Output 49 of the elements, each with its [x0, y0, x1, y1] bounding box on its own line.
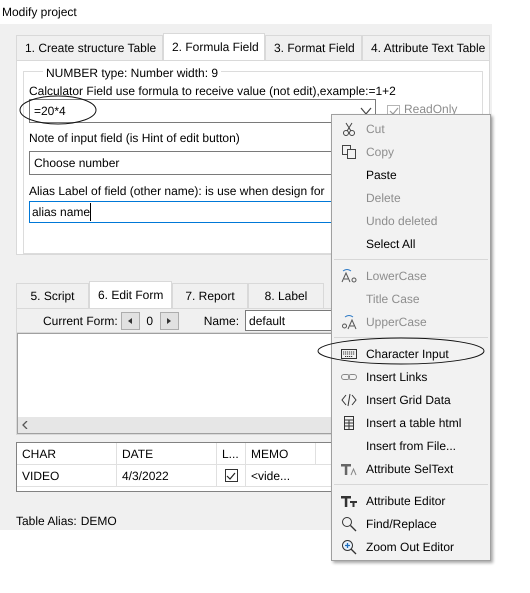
menu-item[interactable]: Insert Links — [332, 365, 490, 388]
menu-item[interactable]: Zoom Out Editor — [332, 535, 490, 558]
tab[interactable]: 5. Script — [16, 283, 89, 308]
table-cell: VIDEO — [17, 465, 117, 486]
previous-button[interactable] — [120, 312, 140, 330]
arrow-right-icon — [167, 318, 172, 324]
table-icon — [341, 414, 357, 430]
menu-item[interactable]: Attribute Editor — [332, 489, 490, 512]
zoom-in-icon — [341, 538, 357, 554]
tab[interactable]: 6. Edit Form — [89, 281, 172, 308]
column-header[interactable]: CHAR — [17, 443, 117, 464]
form-number: 0 — [145, 312, 154, 330]
cut-icon — [341, 120, 357, 136]
tab[interactable]: 4. Attribute Text Table — [362, 35, 490, 60]
column-header[interactable]: MEMO — [246, 443, 316, 464]
tab[interactable]: 1. Create structure Table — [16, 35, 163, 60]
tab[interactable]: 3. Format Field — [265, 35, 362, 60]
field-label: Calculator Field use formula to receive value (not edit),example:=1+2 — [29, 83, 397, 97]
uppercase-icon — [341, 314, 357, 330]
menu-item[interactable]: Select All — [332, 232, 490, 255]
search-icon — [341, 516, 357, 532]
tab[interactable]: 7. Report — [172, 283, 248, 308]
scroll-left-icon — [22, 421, 28, 430]
copy-icon — [341, 144, 357, 160]
menu-item[interactable]: Character Input — [332, 342, 490, 365]
next-button[interactable] — [160, 312, 179, 330]
column-header[interactable]: DATE — [117, 443, 217, 464]
menu-item[interactable]: Insert a table html — [332, 411, 490, 434]
field-label: Name: — [204, 312, 240, 330]
window-title: Modify project — [1, 4, 78, 21]
table-cell-text: <vide... — [250, 468, 292, 485]
code-icon — [341, 392, 357, 408]
lowercase-icon — [341, 268, 357, 284]
menu-item[interactable]: Attribute SelText — [332, 457, 490, 480]
menu-item[interactable]: Insert Grid Data — [332, 388, 490, 411]
table-cell: 4/3/2022 — [117, 465, 217, 486]
menu-item[interactable]: Insert from File... — [332, 434, 490, 457]
field-label: Table Alias: — [16, 513, 77, 530]
formula-combo-box[interactable]: =20*4 — [29, 99, 376, 123]
dropdown-icon — [360, 107, 372, 115]
table-alias-value: DEMO — [80, 513, 117, 530]
checkbox[interactable] — [224, 469, 238, 482]
arrow-left-icon — [128, 318, 132, 324]
tab[interactable]: 2. Formula Field — [163, 33, 265, 60]
tab[interactable]: 8. Label — [248, 283, 324, 308]
field-label: Alias Label of field (other name): is use when design for — [29, 183, 324, 200]
field-label: Current Form: — [43, 312, 118, 330]
menu-item[interactable]: Find/Replace — [332, 512, 490, 535]
column-header[interactable]: L... — [217, 443, 246, 464]
